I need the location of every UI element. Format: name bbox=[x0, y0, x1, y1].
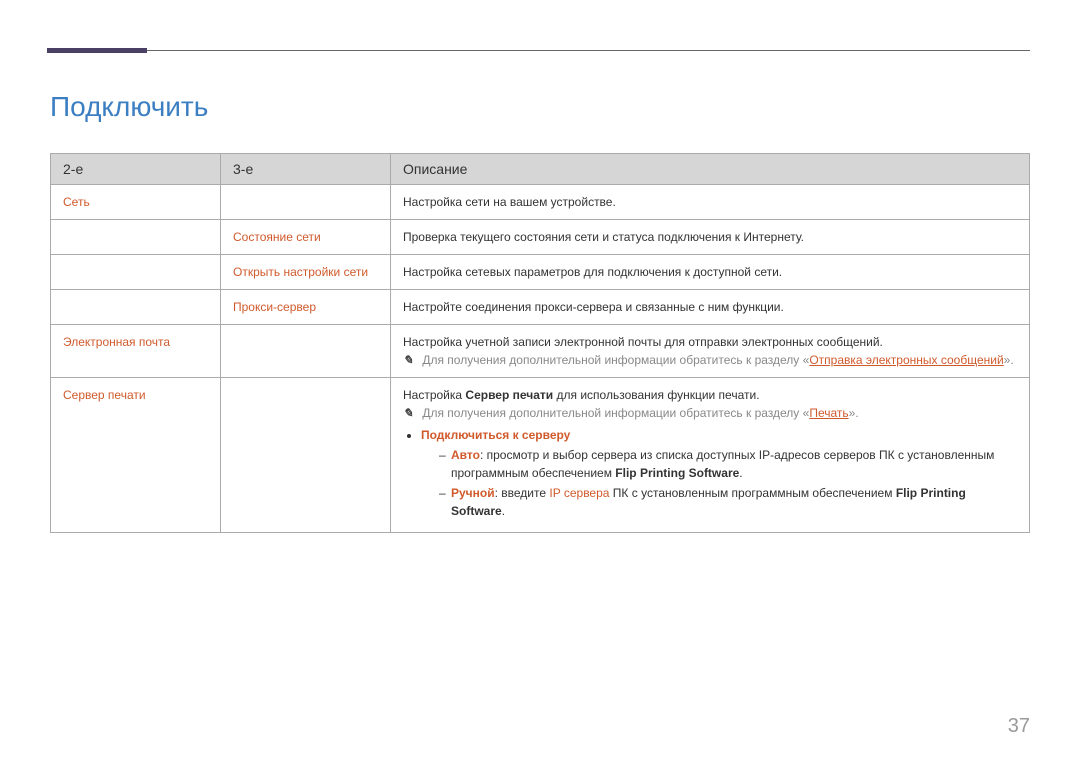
page-title: Подключить bbox=[50, 91, 1030, 123]
settings-table: 2-е 3-е Описание Сеть Настройка сети на … bbox=[50, 153, 1030, 533]
row-email: Электронная почта Настройка учетной запи… bbox=[51, 325, 1030, 378]
link-email-send[interactable]: Отправка электронных сообщений bbox=[809, 353, 1003, 367]
item-manual: Ручной: введите IP сервера ПК с установл… bbox=[439, 484, 1019, 520]
header-rule bbox=[47, 50, 1030, 51]
desc-email: Настройка учетной записи электронной поч… bbox=[403, 333, 1019, 351]
row-printserver: Сервер печати Настройка Сервер печати дл… bbox=[51, 378, 1030, 533]
th-3e: 3-е bbox=[221, 154, 391, 185]
th-desc: Описание bbox=[391, 154, 1030, 185]
label-proxy: Прокси-сервер bbox=[233, 300, 316, 314]
note-icon: ✎ bbox=[403, 351, 415, 369]
header-accent bbox=[47, 48, 147, 53]
link-print[interactable]: Печать bbox=[809, 406, 848, 420]
row-status: Состояние сети Проверка текущего состоян… bbox=[51, 220, 1030, 255]
connect-list: Подключиться к серверу Авто: просмотр и … bbox=[403, 426, 1019, 520]
desc-printserver: Настройка Сервер печати для использовани… bbox=[403, 386, 1019, 404]
connect-server-label: Подключиться к серверу bbox=[421, 428, 570, 442]
label-open: Открыть настройки сети bbox=[233, 265, 368, 279]
row-proxy: Прокси-сервер Настройте соединения прокс… bbox=[51, 290, 1030, 325]
label-status: Состояние сети bbox=[233, 230, 321, 244]
label-email: Электронная почта bbox=[63, 335, 170, 349]
note-icon: ✎ bbox=[403, 404, 415, 422]
item-auto: Авто: просмотр и выбор сервера из списка… bbox=[439, 446, 1019, 482]
note-printserver-text: Для получения дополнительной информации … bbox=[422, 406, 858, 420]
note-email-text: Для получения дополнительной информации … bbox=[422, 353, 1013, 367]
desc-open: Настройка сетевых параметров для подключ… bbox=[391, 255, 1030, 290]
desc-status: Проверка текущего состояния сети и стату… bbox=[391, 220, 1030, 255]
label-printserver: Сервер печати bbox=[63, 388, 146, 402]
page-number: 37 bbox=[1008, 715, 1030, 738]
desc-network: Настройка сети на вашем устройстве. bbox=[391, 185, 1030, 220]
th-2e: 2-е bbox=[51, 154, 221, 185]
desc-proxy: Настройте соединения прокси-сервера и св… bbox=[391, 290, 1030, 325]
note-printserver: ✎ Для получения дополнительной информаци… bbox=[403, 404, 1019, 422]
label-network: Сеть bbox=[63, 195, 90, 209]
row-open: Открыть настройки сети Настройка сетевых… bbox=[51, 255, 1030, 290]
row-network: Сеть Настройка сети на вашем устройстве. bbox=[51, 185, 1030, 220]
note-email: ✎ Для получения дополнительной информаци… bbox=[403, 351, 1019, 369]
